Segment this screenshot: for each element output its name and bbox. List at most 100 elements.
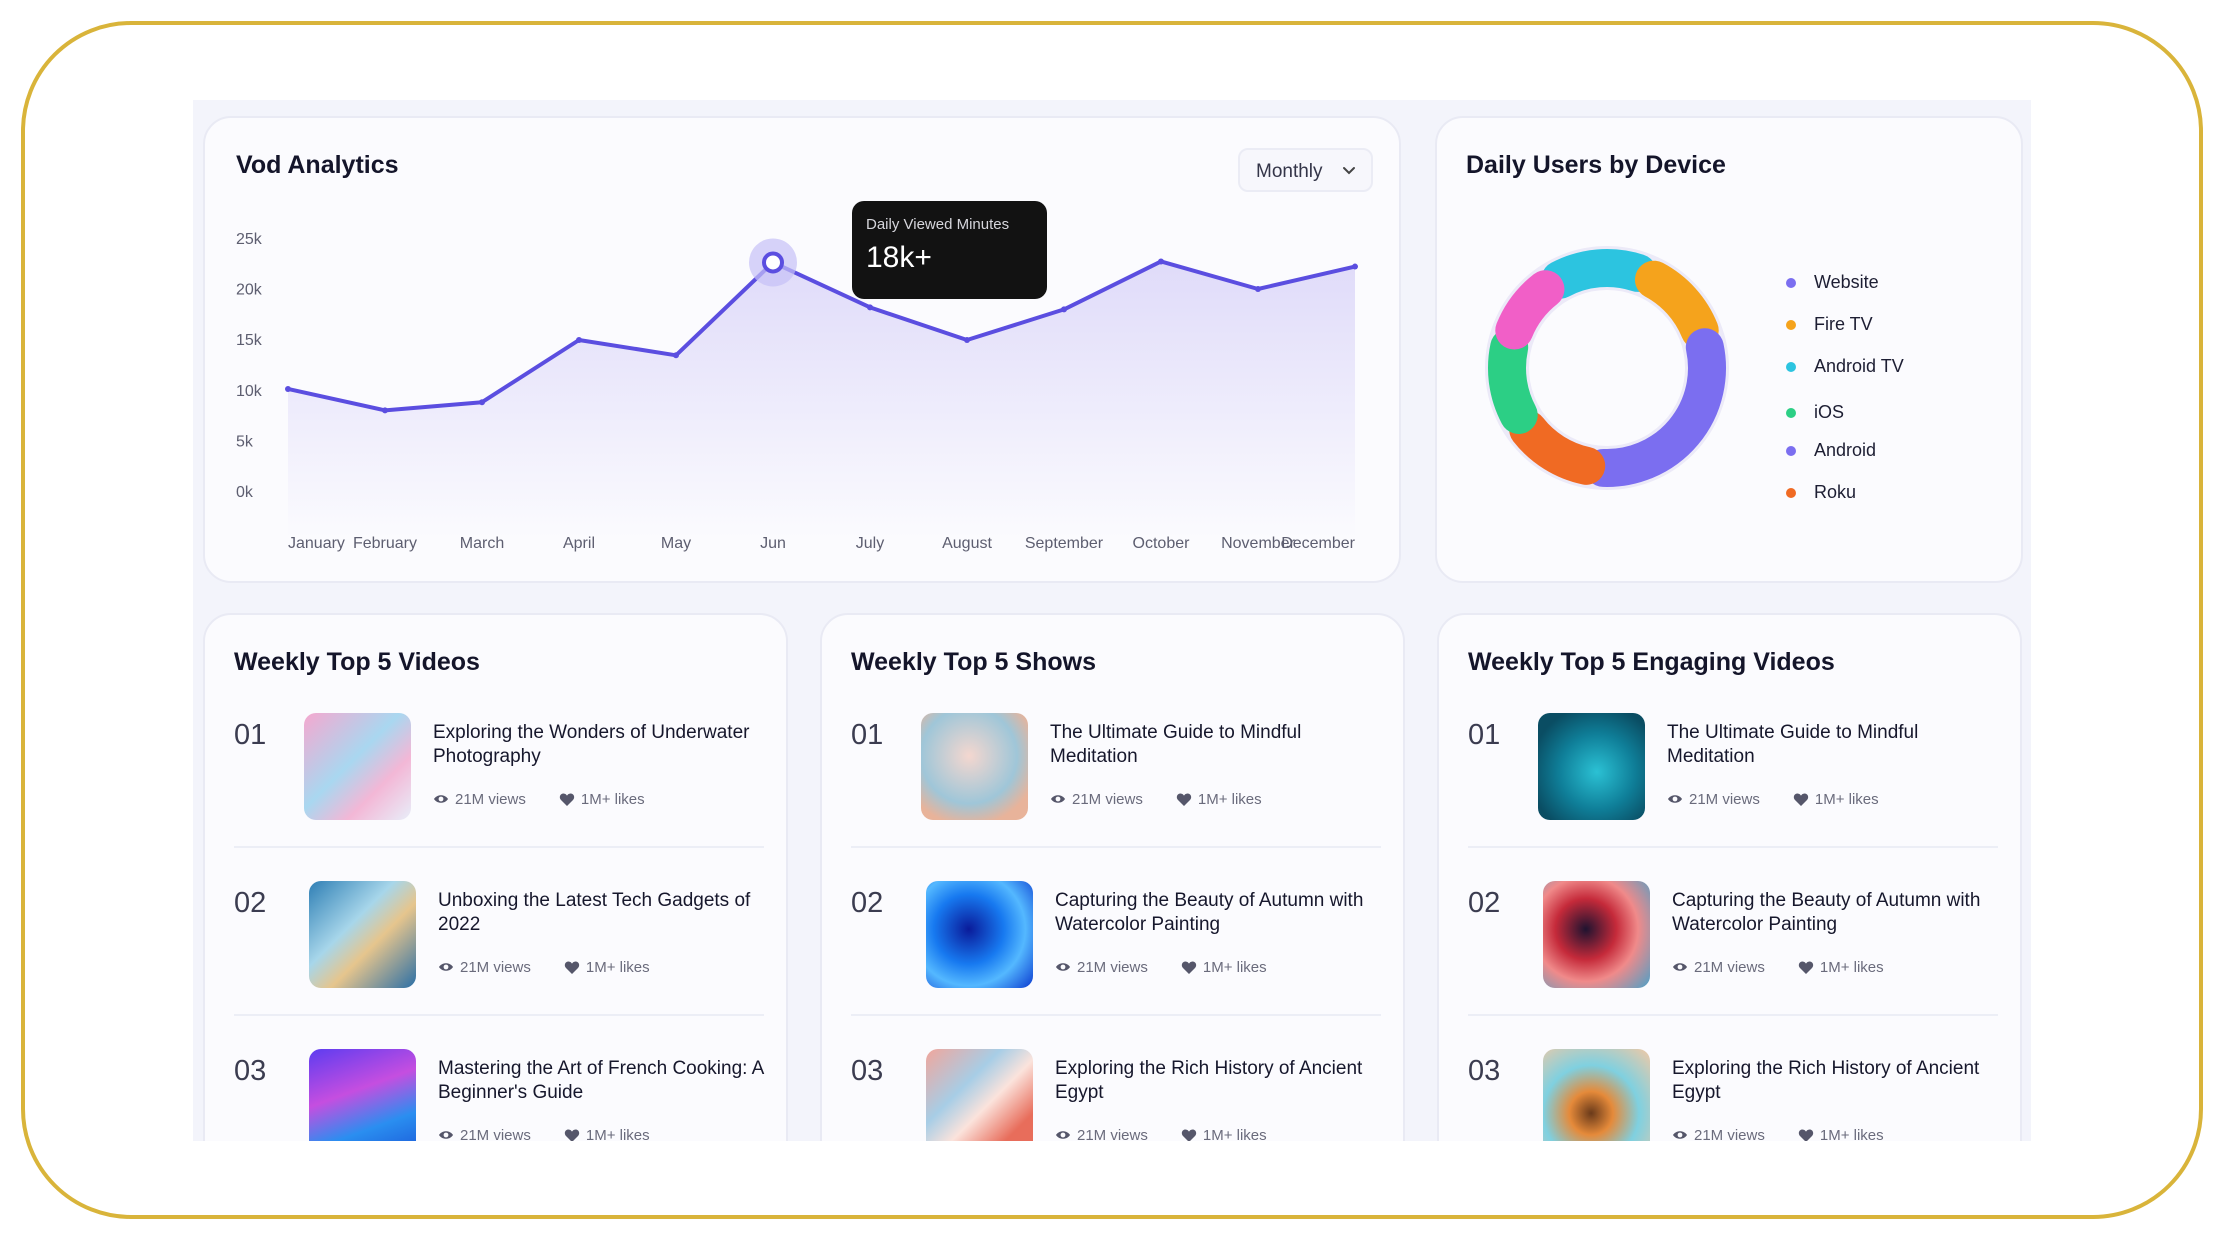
- views-count: 21M views: [1694, 1127, 1765, 1141]
- video-thumbnail[interactable]: [309, 1049, 416, 1141]
- video-thumbnail[interactable]: [926, 881, 1033, 988]
- data-point[interactable]: [1061, 306, 1067, 313]
- video-title[interactable]: Unboxing the Latest Tech Gadgets of 2022: [438, 889, 768, 937]
- segment-android-tv[interactable]: [1541, 249, 1657, 299]
- segment-fire-tv[interactable]: [1634, 260, 1719, 350]
- dashboard: Vod Analytics Monthly 25k 20k 15k 10k 5k 0k Ja…: [193, 100, 2031, 1141]
- card-title: Weekly Top 5 Engaging Videos: [1468, 648, 1835, 676]
- video-stats: 21M views 1M+ likes: [1667, 791, 1879, 808]
- rank-number: 03: [851, 1055, 884, 1087]
- likes-count: 1M+ likes: [1202, 1127, 1267, 1141]
- video-stats: 21M views 1M+ likes: [433, 791, 645, 808]
- video-title[interactable]: The Ultimate Guide to Mindful Meditation: [1050, 721, 1380, 769]
- heart-icon: [559, 793, 575, 806]
- video-title[interactable]: Capturing the Beauty of Autumn with Wate…: [1055, 889, 1385, 937]
- data-point[interactable]: [1352, 263, 1358, 270]
- video-title[interactable]: Mastering the Art of French Cooking: A B…: [438, 1057, 768, 1105]
- data-point[interactable]: [285, 385, 291, 392]
- video-thumbnail[interactable]: [309, 881, 416, 988]
- data-point[interactable]: [382, 407, 388, 414]
- list-item[interactable]: 03 Mastering the Art of French Cooking: A…: [234, 1049, 764, 1141]
- rank-number: 02: [234, 887, 267, 919]
- card-title: Weekly Top 5 Shows: [851, 648, 1096, 676]
- chart-tooltip: Daily Viewed Minutes 18k+: [852, 201, 1047, 299]
- x-tick-label: September: [1025, 535, 1104, 552]
- data-point[interactable]: [673, 352, 679, 359]
- video-title[interactable]: Exploring the Rich History of Ancient Eg…: [1672, 1057, 2002, 1105]
- eye-icon: [439, 963, 453, 971]
- vod-line-chart: 25k 20k 15k 10k 5k 0k January February March Apri…: [236, 231, 1358, 552]
- eye-icon: [434, 795, 448, 803]
- x-tick-label: January: [288, 535, 345, 552]
- likes-count: 1M+ likes: [1202, 959, 1267, 976]
- data-point[interactable]: [1255, 286, 1261, 292]
- x-tick-label: December: [1281, 535, 1355, 552]
- segment-ios[interactable]: [1488, 328, 1538, 434]
- list-item[interactable]: 03 Exploring the Rich History of Ancient …: [851, 1049, 1381, 1141]
- video-thumbnail[interactable]: [1543, 881, 1650, 988]
- weekly-top-videos-card: Weekly Top 5 Videos 01 Exploring the Wond…: [203, 613, 788, 1141]
- legend-item-fire-tv: Fire TV: [1786, 314, 1904, 356]
- x-tick-label: August: [942, 535, 992, 552]
- rank-number: 03: [1468, 1055, 1501, 1087]
- legend-label: Fire TV: [1814, 314, 1873, 334]
- data-point[interactable]: [479, 399, 485, 406]
- eye-icon: [1673, 963, 1687, 971]
- video-title[interactable]: Exploring the Rich History of Ancient Eg…: [1055, 1057, 1385, 1105]
- device-donut-chart: [1485, 246, 1729, 490]
- x-tick-label: February: [353, 535, 417, 552]
- daily-users-by-device-card: Daily Users by Device Website Fire TV An…: [1435, 116, 2023, 583]
- divider: [234, 1014, 764, 1016]
- video-thumbnail[interactable]: [304, 713, 411, 820]
- video-stats: 21M views 1M+ likes: [438, 959, 650, 976]
- data-point[interactable]: [576, 337, 582, 343]
- eye-icon: [1051, 795, 1065, 803]
- video-thumbnail[interactable]: [921, 713, 1028, 820]
- data-point[interactable]: [1158, 258, 1164, 265]
- video-title[interactable]: Capturing the Beauty of Autumn with Wate…: [1672, 889, 2002, 937]
- weekly-top-shows-card: Weekly Top 5 Shows 01 The Ultimate Guide …: [820, 613, 1405, 1141]
- highlighted-point[interactable]: [762, 251, 784, 274]
- x-tick-label: Jun: [760, 535, 786, 552]
- likes-count: 1M+ likes: [1197, 791, 1262, 808]
- legend-label: Android: [1814, 440, 1877, 460]
- legend-label: Android TV: [1814, 356, 1904, 376]
- divider: [234, 846, 764, 848]
- device-legend: Website Fire TV Android TV iOS Android R…: [1786, 272, 1904, 524]
- y-tick-label: 15k: [236, 332, 263, 349]
- video-stats: 21M views 1M+ likes: [1672, 1127, 1884, 1141]
- views-count: 21M views: [1077, 1127, 1148, 1141]
- segment-android[interactable]: [1584, 328, 1726, 487]
- video-thumbnail[interactable]: [1538, 713, 1645, 820]
- heart-icon: [1798, 961, 1814, 974]
- card-title: Daily Users by Device: [1466, 151, 1726, 179]
- data-point[interactable]: [964, 337, 970, 343]
- legend-label: Roku: [1814, 482, 1857, 502]
- legend-dot: [1786, 362, 1796, 372]
- views-count: 21M views: [1689, 791, 1760, 808]
- video-thumbnail[interactable]: [1543, 1049, 1650, 1141]
- heart-icon: [1176, 793, 1192, 806]
- legend-item-website: Website: [1786, 272, 1904, 314]
- video-title[interactable]: Exploring the Wonders of Underwater Phot…: [433, 721, 763, 769]
- y-tick-label: 5k: [236, 433, 254, 450]
- likes-count: 1M+ likes: [1819, 1127, 1884, 1141]
- area-fill: [288, 261, 1355, 538]
- video-title[interactable]: The Ultimate Guide to Mindful Meditation: [1667, 721, 1997, 769]
- list-item[interactable]: 03 Exploring the Rich History of Ancient …: [1468, 1049, 1998, 1141]
- heart-icon: [1181, 961, 1197, 974]
- segment-roku[interactable]: [1509, 410, 1606, 485]
- video-stats: 21M views 1M+ likes: [1055, 1127, 1267, 1141]
- tooltip-label: Daily Viewed Minutes: [866, 216, 1010, 233]
- legend-dot: [1786, 278, 1796, 288]
- legend-label: iOS: [1814, 402, 1845, 422]
- video-thumbnail[interactable]: [926, 1049, 1033, 1141]
- x-tick-label: May: [661, 535, 691, 552]
- y-tick-label: 25k: [236, 231, 263, 248]
- data-point[interactable]: [867, 304, 873, 311]
- legend-dot: [1786, 320, 1796, 330]
- legend-dot: [1786, 408, 1796, 418]
- views-count: 21M views: [455, 791, 526, 808]
- legend-item-android: Android: [1786, 440, 1904, 482]
- views-count: 21M views: [1072, 791, 1143, 808]
